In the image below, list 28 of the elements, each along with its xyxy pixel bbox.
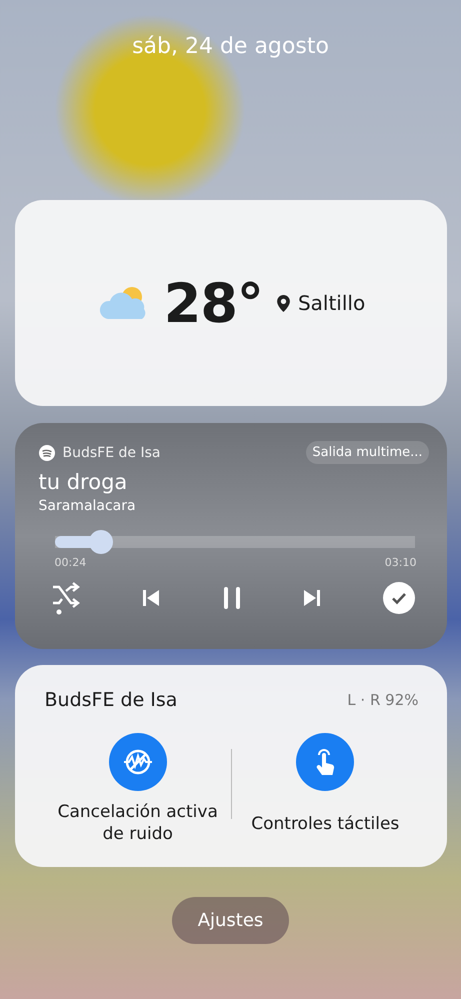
music-app-icon [38, 444, 54, 460]
media-output-button[interactable]: Salida multime... [306, 441, 428, 464]
battery-text: L · R 92% [347, 691, 418, 709]
location-text: Saltillo [298, 291, 366, 315]
date-text: sáb, 24 de agosto [132, 34, 329, 61]
previous-icon [142, 589, 160, 607]
checkmark-icon [382, 582, 414, 614]
elapsed-time: 00:24 [54, 556, 86, 569]
progress-thumb[interactable] [89, 530, 114, 554]
feature-label: Controles táctiles [250, 813, 400, 836]
play-pause-button[interactable] [222, 586, 242, 610]
previous-button[interactable] [142, 589, 160, 607]
feature-label: Cancelación activa de ruido [56, 801, 219, 846]
done-button[interactable] [382, 582, 414, 614]
location-pin-icon [276, 294, 290, 312]
total-time: 03:10 [384, 556, 416, 569]
song-title: tu droga [38, 470, 128, 494]
shuffle-icon [50, 581, 80, 615]
next-icon [303, 589, 321, 607]
weather-card[interactable]: 28° Saltillo [14, 200, 446, 406]
artist-name: Saramalacara [38, 498, 137, 514]
temperature-text: 28° [164, 272, 263, 334]
settings-button[interactable]: Ajustes [172, 897, 290, 944]
pause-icon [222, 586, 242, 610]
shuffle-button[interactable] [50, 581, 80, 615]
audio-source-text: BudsFE de Isa [62, 444, 162, 460]
device-name: BudsFE de Isa [44, 689, 178, 711]
next-button[interactable] [303, 589, 321, 607]
